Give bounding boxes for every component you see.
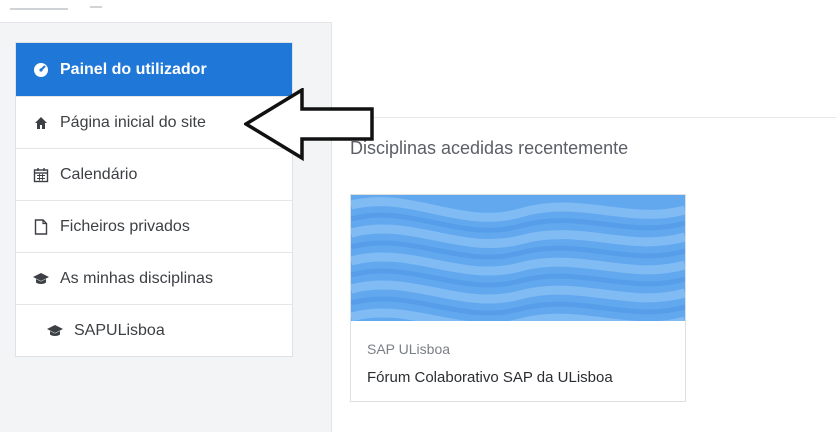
sidebar-item-sapulisboa[interactable]: SAPULisboa (16, 304, 292, 356)
sidebar-item-label: Calendário (60, 165, 138, 183)
graduation-cap-icon (32, 270, 50, 288)
section-title: Disciplinas acedidas recentemente (350, 138, 629, 158)
sidebar-item-label: SAPULisboa (74, 321, 165, 339)
dashboard-icon (32, 61, 50, 79)
top-navbar (0, 0, 836, 23)
file-icon (32, 218, 50, 236)
sidebar-item-private-files[interactable]: Ficheiros privados (16, 200, 292, 252)
calendar-icon (32, 166, 50, 184)
home-icon (32, 114, 50, 132)
sidebar-item-label: Página inicial do site (60, 113, 206, 131)
sidebar-item-my-courses[interactable]: As minhas disciplinas (16, 252, 292, 304)
graduation-cap-icon (46, 322, 64, 340)
navbar-fragment (10, 8, 68, 10)
sidebar-item-label: Painel do utilizador (60, 60, 207, 78)
course-card-image[interactable] (351, 195, 685, 321)
pointer-arrow-annotation (244, 88, 374, 162)
course-name-link[interactable]: Fórum Colaborativo SAP da ULisboa (367, 369, 613, 386)
sidebar-item-label: Ficheiros privados (60, 217, 190, 235)
section-divider (331, 117, 836, 118)
sidebar-item-label: As minhas disciplinas (60, 269, 213, 287)
navbar-menu-fragment[interactable] (90, 6, 102, 8)
course-card[interactable]: SAP ULisboa Fórum Colaborativo SAP da UL… (350, 194, 686, 402)
course-category: SAP ULisboa (367, 341, 451, 357)
